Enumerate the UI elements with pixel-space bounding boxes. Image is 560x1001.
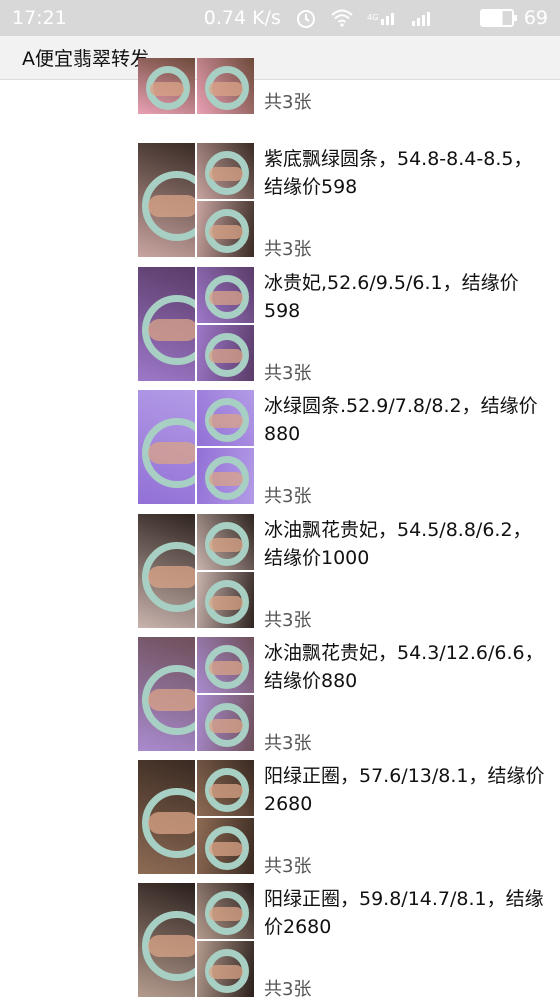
battery-level: 69 [523, 7, 548, 29]
hand-shape [209, 784, 243, 798]
wifi-icon [331, 9, 353, 27]
post-caption: 冰油飘花贵妃，54.3/12.6/6.6，结缘价880 [264, 642, 544, 692]
post-caption: 紫底飘绿圆条，54.8-8.4-8.5，结缘价598 [264, 148, 533, 198]
hand-shape [209, 472, 243, 486]
photo-count: 共3张 [264, 239, 312, 260]
photo-count: 共3张 [264, 610, 312, 631]
post-caption: 阳绿正圈，59.8/14.7/8.1，结缘价2680 [264, 888, 544, 938]
app-bar: A便宜翡翠转发 [0, 36, 560, 80]
hand-shape [148, 689, 195, 711]
thumbnail-image[interactable] [197, 448, 254, 504]
thumbnail-image[interactable] [197, 818, 254, 874]
hand-shape [148, 566, 195, 588]
thumbnail-image[interactable] [197, 883, 254, 939]
thumbnail-image[interactable] [138, 637, 195, 751]
thumbnail-image[interactable] [197, 760, 254, 816]
hand-shape [209, 225, 243, 239]
hand-shape [148, 319, 195, 341]
thumbnail-image[interactable] [138, 390, 195, 504]
hand-shape [150, 82, 184, 96]
hand-shape [209, 82, 243, 96]
thumbnail-image[interactable] [138, 514, 195, 628]
hand-shape [209, 842, 243, 856]
thumbnail-image[interactable] [197, 637, 254, 693]
photo-count: 共3张 [264, 733, 312, 754]
thumbnail-image[interactable] [138, 883, 195, 997]
thumbnail-image[interactable] [197, 572, 254, 628]
hand-shape [209, 414, 243, 428]
photo-count: 共3张 [264, 486, 312, 507]
thumbnail-image[interactable] [138, 267, 195, 381]
page-title: A便宜翡翠转发 [22, 48, 149, 70]
thumbnail-image[interactable] [138, 143, 195, 257]
hand-shape [148, 195, 195, 217]
battery-icon [479, 9, 517, 27]
post-caption: 冰绿圆条.52.9/7.8/8.2，结缘价880 [264, 395, 538, 445]
svg-text:4G: 4G [367, 13, 378, 22]
network-speed: 0.74 K/s [203, 7, 281, 29]
thumbnail-image[interactable] [197, 58, 254, 114]
post-caption: 冰贵妃,52.6/9.5/6.1，结缘价598 [264, 272, 519, 322]
hand-shape [209, 167, 243, 181]
hand-shape [209, 661, 243, 675]
lte-icon: 4G [367, 10, 397, 26]
thumbnail-image[interactable] [197, 143, 254, 199]
hand-shape [209, 907, 243, 921]
photo-count: 共3张 [264, 856, 312, 877]
hand-shape [209, 538, 243, 552]
photo-count: 共3张 [264, 979, 312, 1000]
thumbnail-image[interactable] [197, 325, 254, 381]
status-time: 17:21 [12, 7, 67, 29]
hand-shape [209, 719, 243, 733]
thumbnail-image[interactable] [138, 760, 195, 874]
thumbnail-image[interactable] [197, 514, 254, 570]
photo-count: 共3张 [264, 92, 312, 113]
hand-shape [148, 935, 195, 957]
status-bar: 17:21 0.74 K/s 4G 69 [0, 0, 560, 36]
hand-shape [209, 596, 243, 610]
thumbnail-image[interactable] [197, 267, 254, 323]
post-caption: 冰油飘花贵妃，54.5/8.8/6.2，结缘价1000 [264, 519, 532, 569]
alarm-icon [295, 7, 317, 29]
thumbnail-image[interactable] [197, 941, 254, 997]
hand-shape [148, 442, 195, 464]
thumbnail-image[interactable] [197, 695, 254, 751]
post-caption: 阳绿正圈，57.6/13/8.1，结缘价2680 [264, 765, 545, 815]
hand-shape [209, 349, 243, 363]
thumbnail-image[interactable] [197, 201, 254, 257]
signal-icon [411, 10, 433, 26]
hand-shape [209, 965, 243, 979]
thumbnail-image[interactable] [197, 390, 254, 446]
photo-count: 共3张 [264, 363, 312, 384]
hand-shape [209, 291, 243, 305]
hand-shape [148, 812, 195, 834]
thumbnail-image[interactable] [138, 58, 195, 114]
